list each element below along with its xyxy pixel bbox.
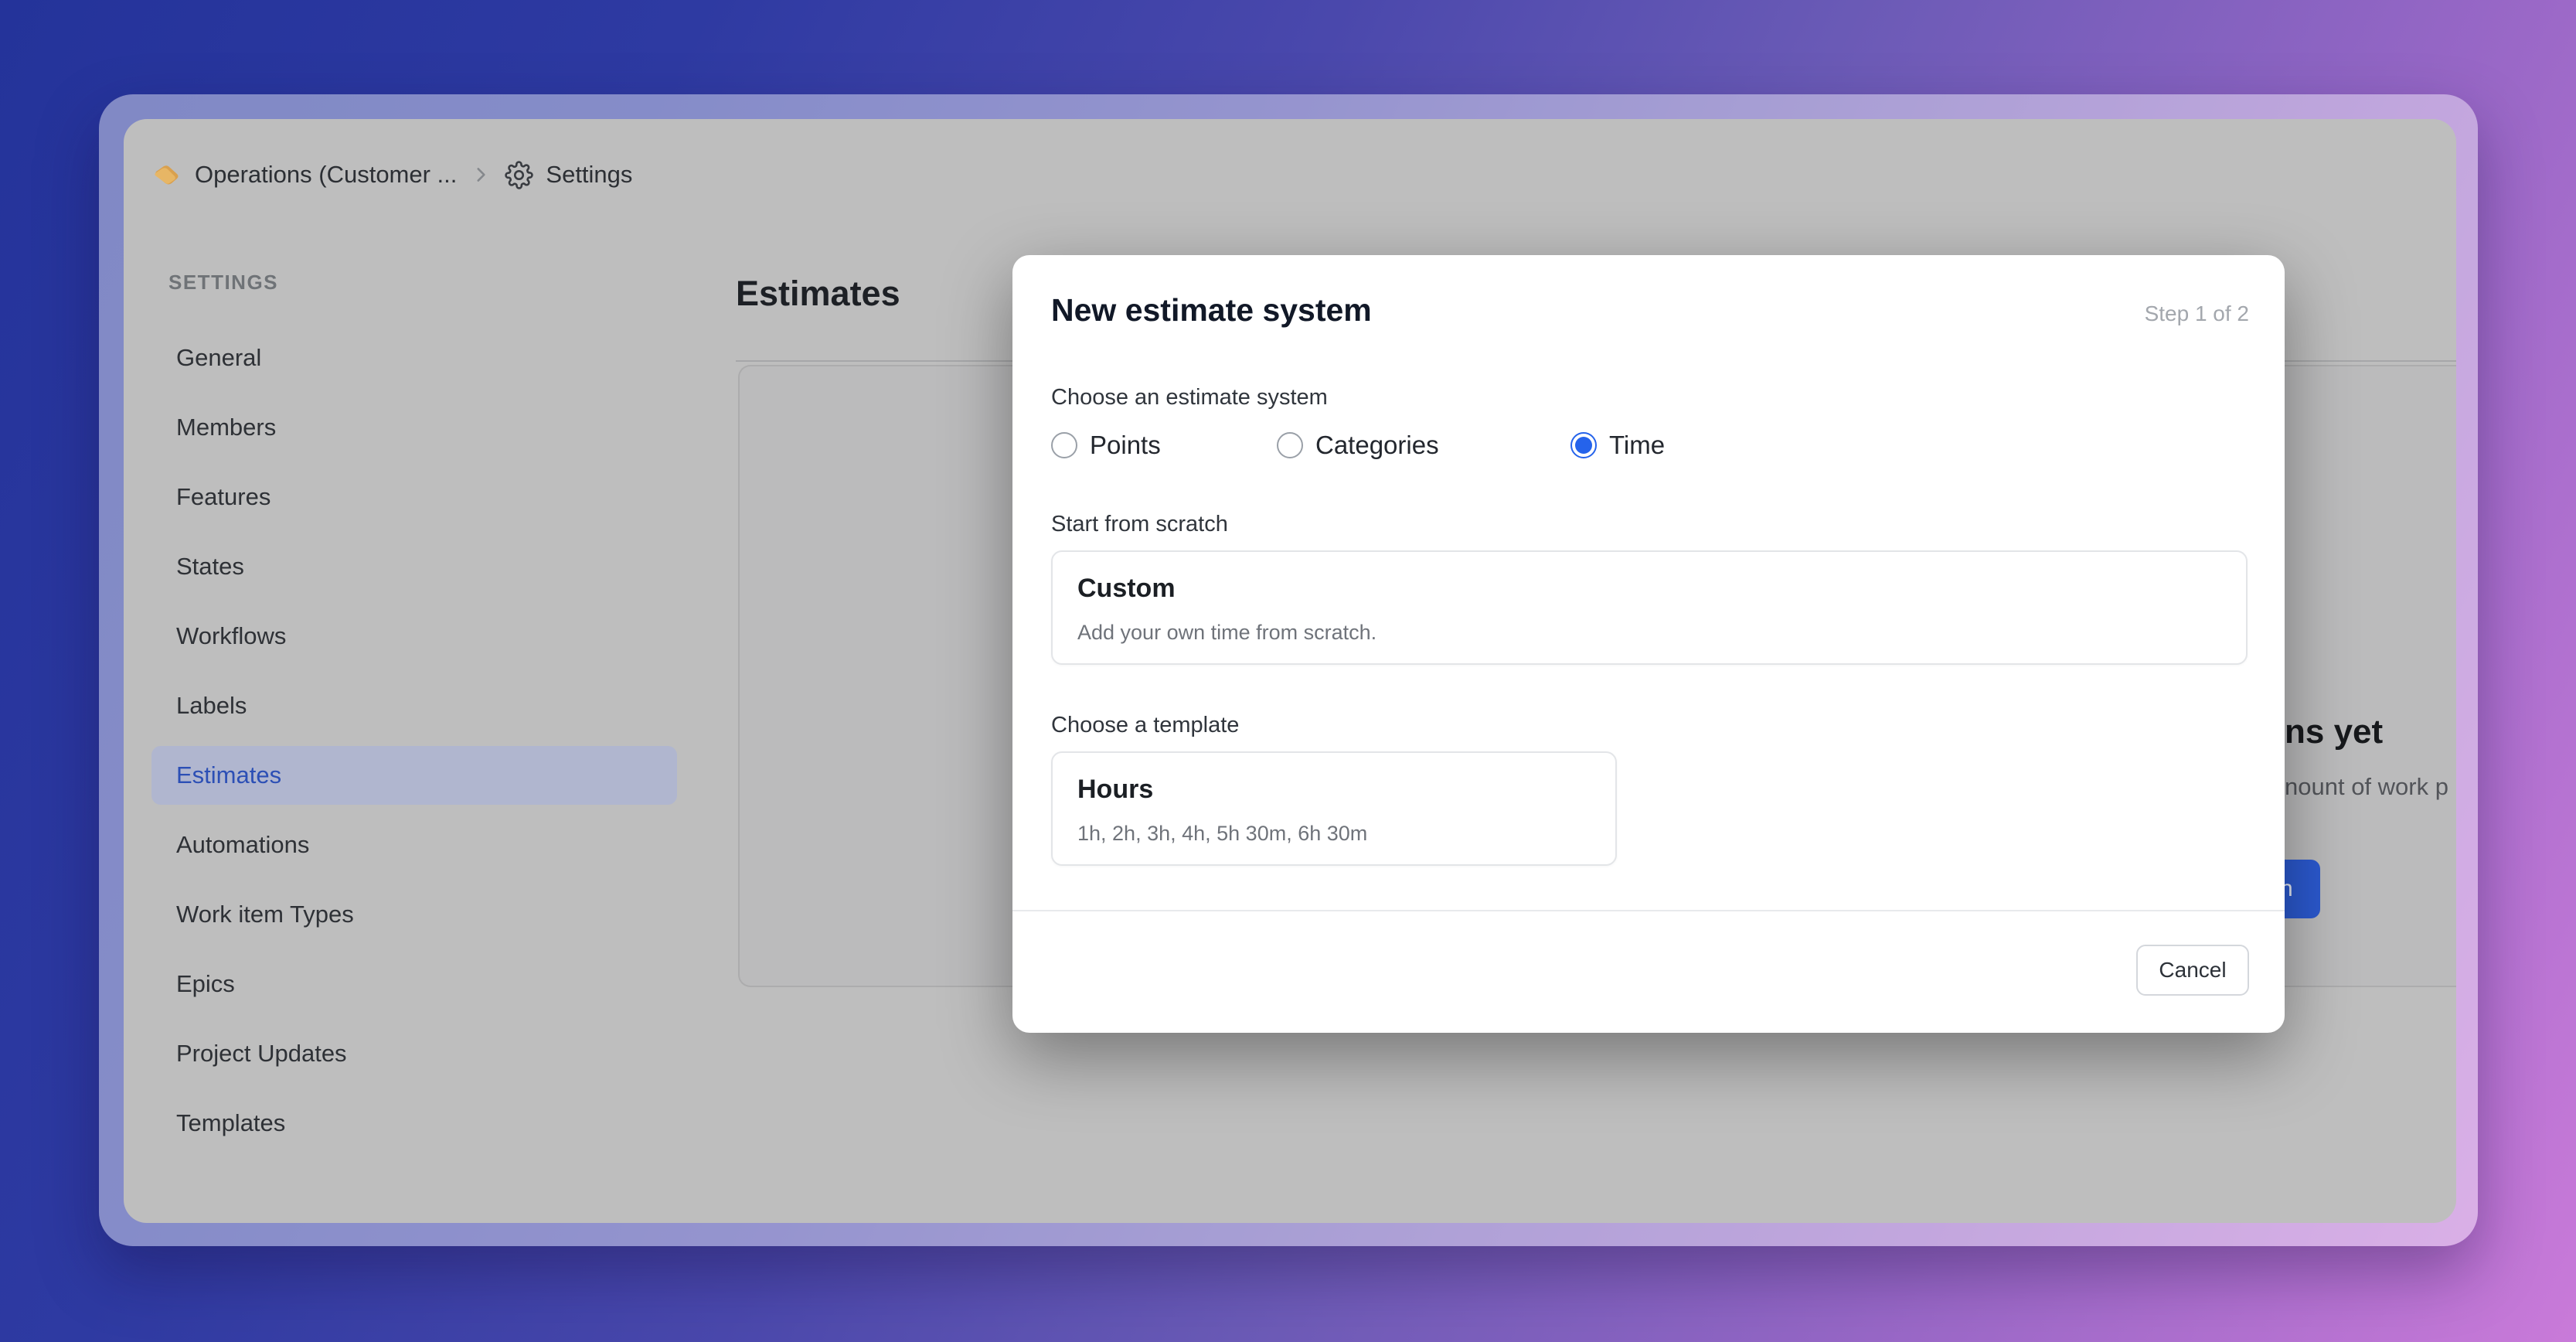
hours-template-card[interactable]: Hours 1h, 2h, 3h, 4h, 5h 30m, 6h 30m — [1051, 751, 1617, 866]
sidebar-item-label: Epics — [176, 970, 235, 998]
start-from-scratch-label: Start from scratch — [1051, 512, 1228, 537]
breadcrumb-settings-label: Settings — [546, 161, 632, 189]
modal-step-indicator: Step 1 of 2 — [2145, 301, 2249, 326]
breadcrumb-project[interactable]: Operations (Customer ... — [151, 161, 457, 189]
radio-option-points[interactable]: Points — [1051, 431, 1277, 460]
sidebar-heading: SETTINGS — [151, 271, 677, 295]
sidebar-item-work-item-types[interactable]: Work item Types — [151, 885, 677, 944]
radio-time-label: Time — [1609, 431, 1665, 460]
sidebar-item-templates[interactable]: Templates — [151, 1094, 677, 1153]
settings-sidebar: SETTINGS General Members Features States… — [151, 271, 677, 1153]
radio-categories-circle[interactable] — [1277, 432, 1303, 458]
sidebar-item-epics[interactable]: Epics — [151, 955, 677, 1013]
hours-card-description: 1h, 2h, 3h, 4h, 5h 30m, 6h 30m — [1077, 822, 1591, 846]
estimate-system-label: Choose an estimate system — [1051, 385, 1328, 410]
sidebar-item-states[interactable]: States — [151, 537, 677, 596]
estimate-system-options: Points Categories Time — [1051, 428, 1665, 462]
gear-icon — [505, 161, 533, 189]
radio-option-categories[interactable]: Categories — [1277, 431, 1570, 460]
sidebar-item-features[interactable]: Features — [151, 468, 677, 526]
empty-state-title-fragment: ns yet — [2285, 713, 2383, 751]
custom-card-description: Add your own time from scratch. — [1077, 621, 2221, 645]
sidebar-item-label: Templates — [176, 1109, 285, 1137]
sidebar-item-members[interactable]: Members — [151, 398, 677, 457]
sidebar-item-label: Project Updates — [176, 1040, 347, 1068]
sidebar-item-label: States — [176, 553, 244, 581]
radio-time-circle[interactable] — [1570, 432, 1597, 458]
sidebar-item-label: Members — [176, 414, 276, 441]
sidebar-item-label: Workflows — [176, 622, 286, 650]
sidebar-item-automations[interactable]: Automations — [151, 816, 677, 874]
new-estimate-system-modal: New estimate system Step 1 of 2 Choose a… — [1012, 255, 2285, 1033]
page-title: Estimates — [736, 274, 900, 314]
breadcrumb: Operations (Customer ... Settings — [151, 155, 632, 195]
radio-points-label: Points — [1090, 431, 1161, 460]
sidebar-item-estimates[interactable]: Estimates — [151, 746, 677, 805]
modal-title: New estimate system — [1051, 292, 1372, 329]
custom-estimate-card[interactable]: Custom Add your own time from scratch. — [1051, 550, 2248, 665]
sidebar-item-label: Work item Types — [176, 901, 354, 928]
breadcrumb-project-label: Operations (Customer ... — [195, 161, 457, 189]
sidebar-item-workflows[interactable]: Workflows — [151, 607, 677, 666]
sidebar-item-general[interactable]: General — [151, 329, 677, 387]
radio-categories-label: Categories — [1315, 431, 1439, 460]
modal-footer-divider — [1012, 910, 2285, 911]
sidebar-list: General Members Features States Workflow… — [151, 329, 677, 1153]
sidebar-item-label: General — [176, 344, 261, 372]
sidebar-item-project-updates[interactable]: Project Updates — [151, 1024, 677, 1083]
handshake-emoji-icon — [151, 161, 182, 189]
radio-option-time[interactable]: Time — [1570, 431, 1665, 460]
breadcrumb-settings[interactable]: Settings — [505, 161, 632, 189]
desktop-background: Operations (Customer ... Settings SETTIN… — [0, 0, 2576, 1342]
empty-state-description-fragment: nount of work p — [2285, 773, 2448, 801]
choose-template-label: Choose a template — [1051, 713, 1239, 738]
custom-card-title: Custom — [1077, 574, 2221, 604]
hours-card-title: Hours — [1077, 775, 1591, 805]
sidebar-item-label: Labels — [176, 692, 247, 720]
sidebar-item-label: Estimates — [176, 761, 281, 789]
radio-points-circle[interactable] — [1051, 432, 1077, 458]
sidebar-item-label: Automations — [176, 831, 309, 859]
modal-header: New estimate system Step 1 of 2 — [1051, 292, 2249, 329]
breadcrumb-chevron-icon — [471, 165, 491, 185]
sidebar-item-labels[interactable]: Labels — [151, 676, 677, 735]
cancel-button[interactable]: Cancel — [2136, 945, 2249, 996]
sidebar-item-label: Features — [176, 483, 271, 511]
